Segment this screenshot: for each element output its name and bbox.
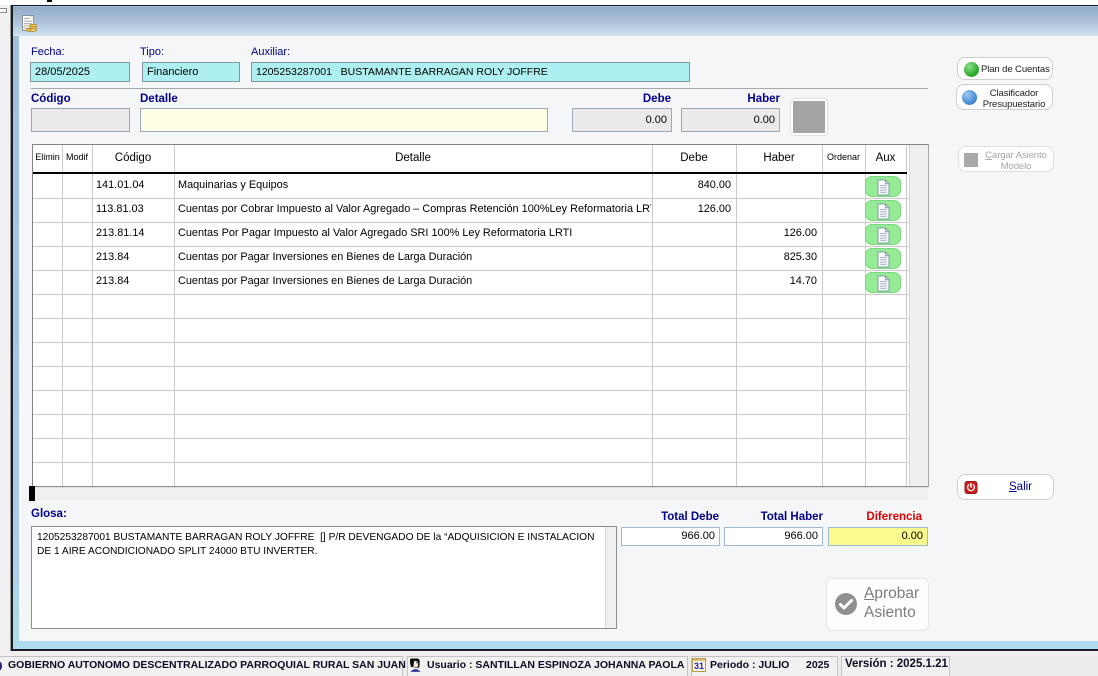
svg-text:31: 31 bbox=[694, 661, 704, 671]
